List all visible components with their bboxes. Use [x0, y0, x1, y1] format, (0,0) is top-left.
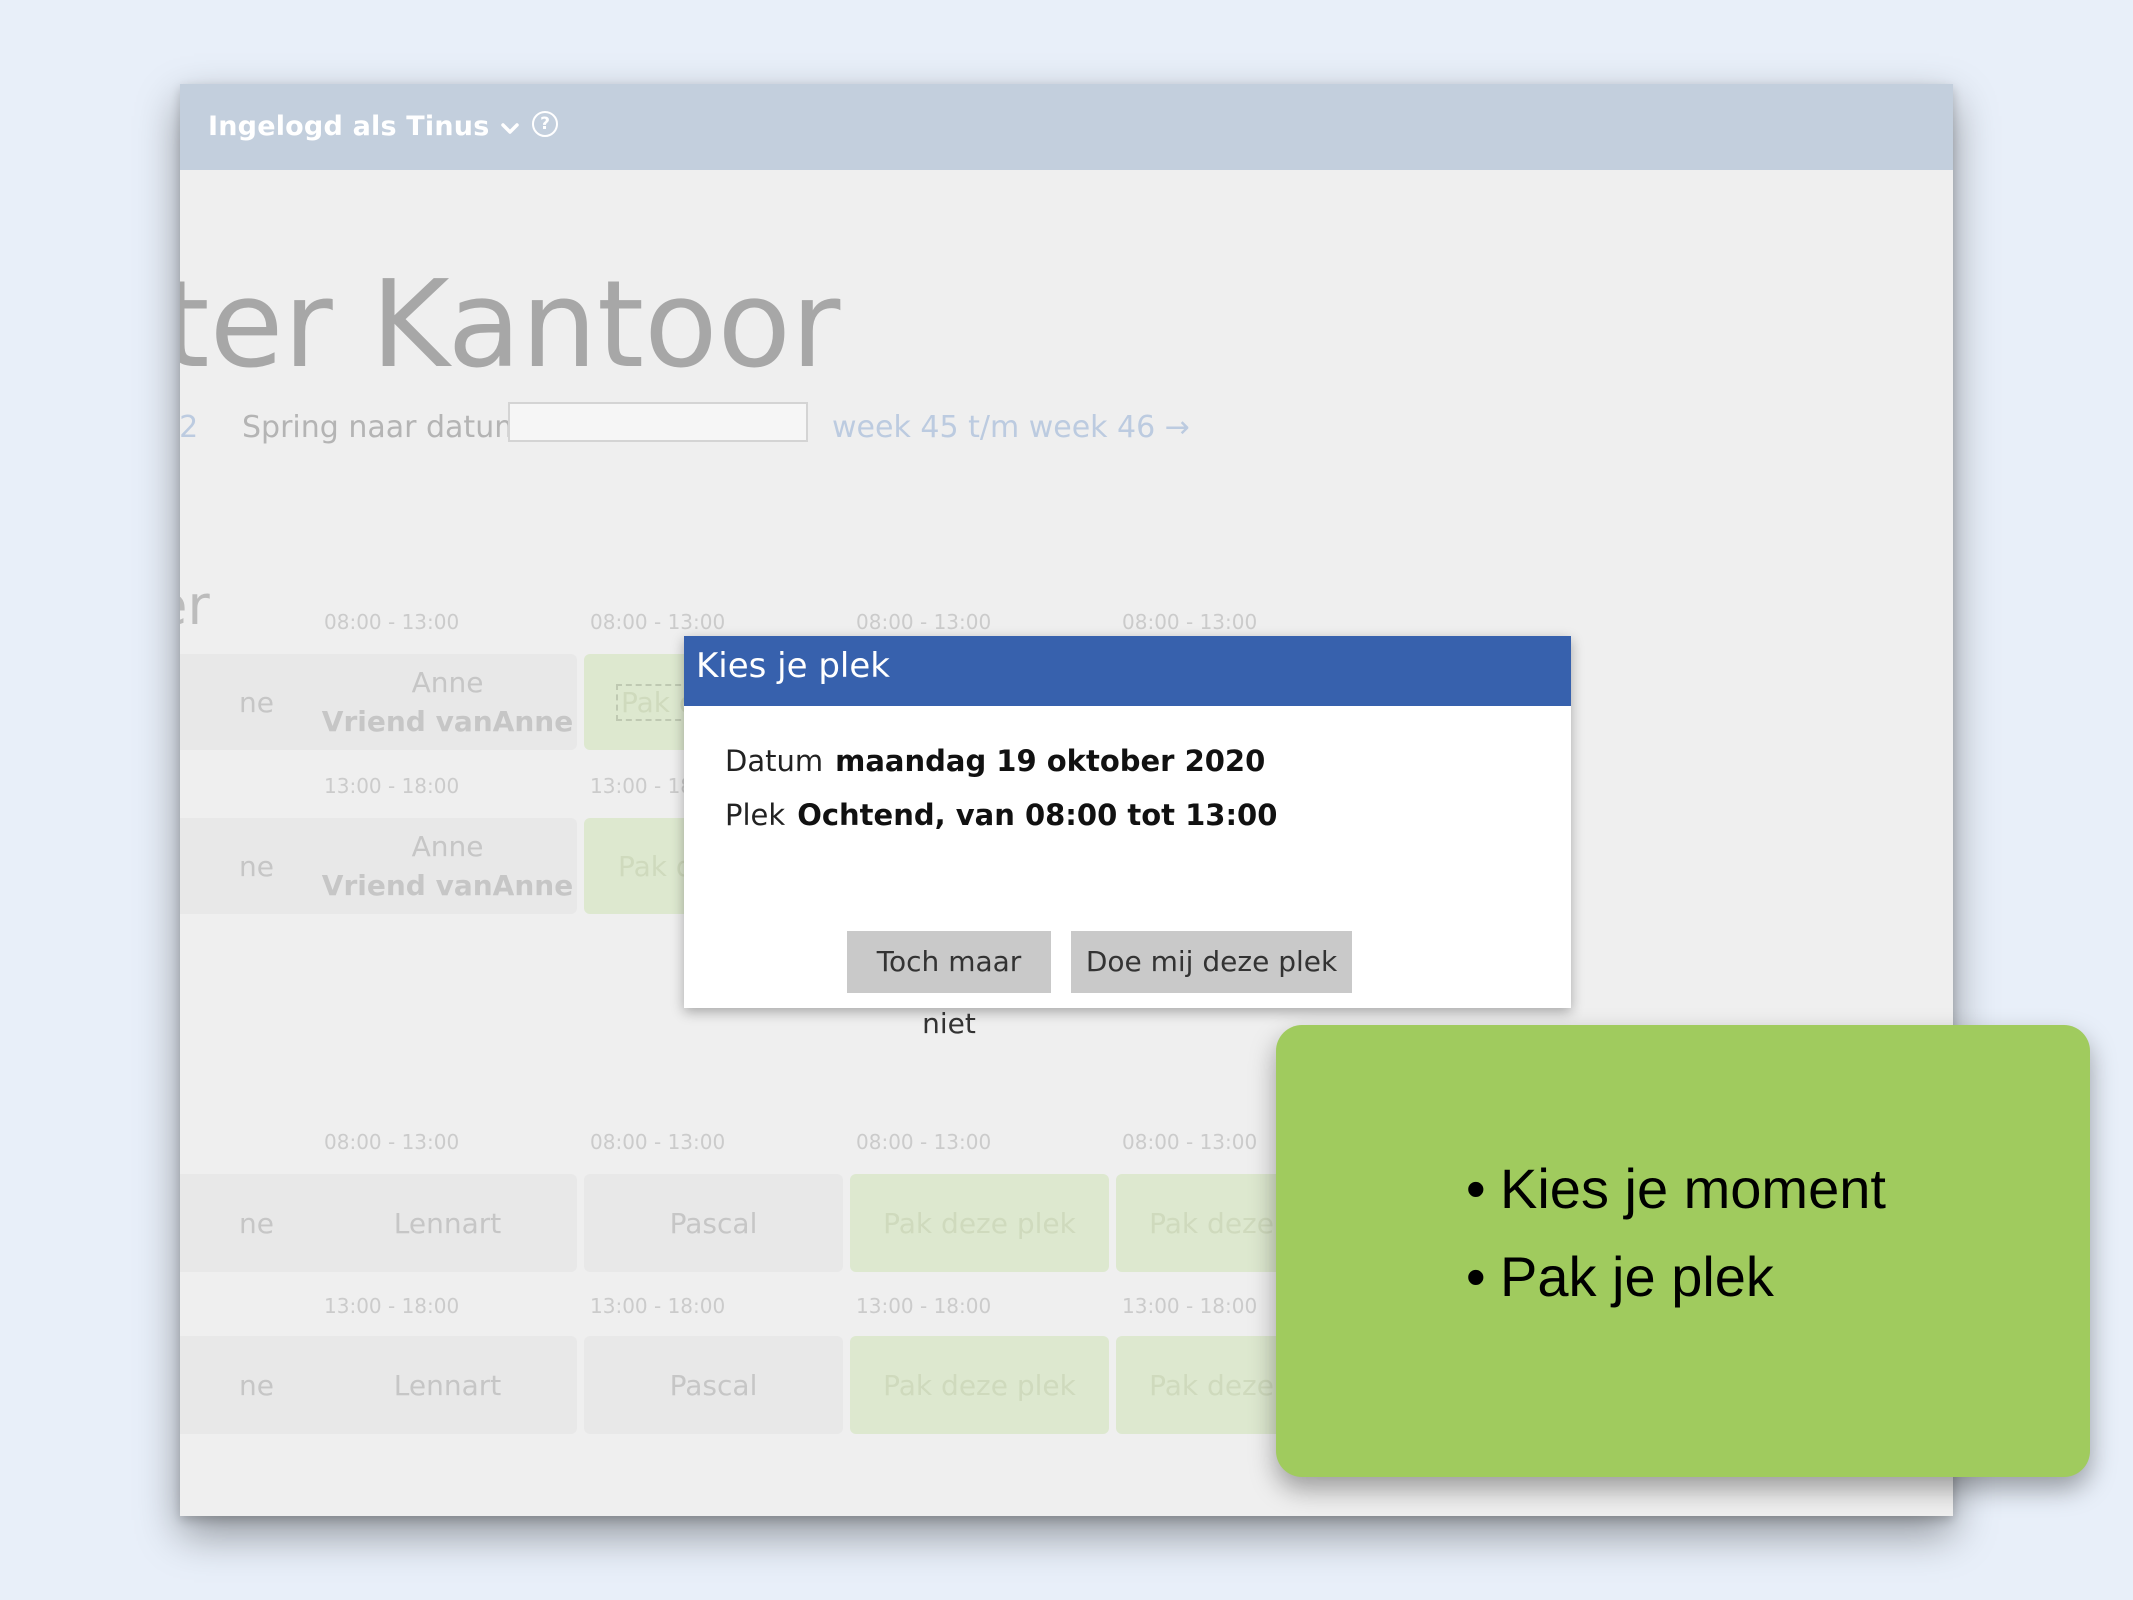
cell-name: ne	[239, 685, 274, 719]
dialog-title: Kies je plek	[684, 636, 1571, 706]
time-slot-label: 13:00 - 18:00	[324, 774, 460, 798]
schedule-cell[interactable]: Pascal	[584, 1174, 843, 1272]
callout-box: • Kies je moment • Pak je plek	[1276, 1025, 2090, 1477]
bullet-icon: •	[1466, 1157, 1486, 1220]
time-slot-label: 08:00 - 13:00	[324, 610, 460, 634]
time-slot-label: 13:00 - 18:00	[1122, 1294, 1258, 1318]
time-slot-label: 08:00 - 13:00	[856, 610, 992, 634]
jump-to-date-input[interactable]	[508, 402, 808, 442]
date-value: maandag 19 oktober 2020	[835, 744, 1266, 778]
cell-name: Pascal	[669, 1368, 758, 1402]
cell-guest: Vriend vanAnne	[321, 705, 574, 738]
week-navigation: 42 Spring naar datum: week 45 t/m week 4…	[180, 402, 1780, 454]
cell-name: Lennart	[393, 1206, 502, 1240]
choose-spot-dialog: Kies je plek Datum maandag 19 oktober 202…	[684, 636, 1571, 1040]
previous-week-link[interactable]: 42	[180, 410, 198, 445]
cell-name: Pascal	[669, 1206, 758, 1240]
user-menu-label: Ingelogd als Tinus	[208, 111, 490, 142]
cell-name: ne	[239, 1206, 274, 1240]
callout-item: • Kies je moment	[1466, 1145, 1886, 1233]
cell-name: ne	[239, 849, 274, 883]
time-slot-label: 13:00 - 18:00	[590, 1294, 726, 1318]
time-slot-label: 13:00 - 18:00	[856, 1294, 992, 1318]
date-label: Datum	[725, 744, 824, 778]
spot-label: Plek	[725, 798, 786, 832]
schedule-cell[interactable]: Anne Vriend vanAnne	[318, 818, 577, 914]
cell-name: Pak deze plek	[883, 1206, 1076, 1240]
free-spot-cell[interactable]: Pak deze plek	[850, 1336, 1109, 1434]
cell-name: ne	[239, 1368, 274, 1402]
free-spot-cell[interactable]: Pak deze plek	[850, 1174, 1109, 1272]
schedule-cell[interactable]: Anne Vriend vanAnne	[318, 654, 577, 750]
time-slot-label: 08:00 - 13:00	[856, 1130, 992, 1154]
dialog-spot-row: Plek Ochtend, van 08:00 tot 13:00	[725, 798, 1277, 832]
time-slot-label: 08:00 - 13:00	[590, 610, 726, 634]
callout-item: • Pak je plek	[1466, 1233, 1886, 1321]
help-icon[interactable]: ?	[532, 111, 558, 137]
time-slot-label: 08:00 - 13:00	[590, 1130, 726, 1154]
cell-guest: Vriend vanAnne	[321, 869, 574, 902]
time-slot-label: 13:00 - 18:00	[324, 1294, 460, 1318]
time-slot-label: 08:00 - 13:00	[1122, 1130, 1258, 1154]
cancel-button[interactable]: Toch maar niet	[847, 931, 1051, 1040]
section-title: ber	[180, 574, 210, 637]
chevron-down-icon	[501, 122, 519, 134]
user-menu[interactable]: Ingelogd als Tinus	[208, 104, 521, 150]
schedule-cell[interactable]: Pascal	[584, 1336, 843, 1434]
time-slot-label: 08:00 - 13:00	[1122, 610, 1258, 634]
page-title: ster Kantoor	[180, 256, 841, 395]
time-slot-label: 08:00 - 13:00	[324, 1130, 460, 1154]
callout-item-text: Pak je plek	[1500, 1245, 1774, 1308]
bullet-icon: •	[1466, 1245, 1486, 1308]
top-bar: Ingelogd als Tinus ?	[180, 84, 1953, 170]
jump-to-date-label: Spring naar datum:	[242, 410, 534, 445]
schedule-cell[interactable]: Lennart	[318, 1174, 577, 1272]
dialog-date-row: Datum maandag 19 oktober 2020	[725, 744, 1265, 778]
callout-item-text: Kies je moment	[1500, 1157, 1886, 1220]
callout-list: • Kies je moment • Pak je plek	[1466, 1145, 1886, 1321]
confirm-spot-button[interactable]: Doe mij deze plek	[1071, 931, 1352, 993]
cell-name: Lennart	[393, 1368, 502, 1402]
schedule-cell[interactable]: Lennart	[318, 1336, 577, 1434]
cell-name: Anne	[411, 666, 484, 699]
spot-value: Ochtend, van 08:00 tot 13:00	[797, 798, 1278, 832]
cell-name: Pak deze plek	[883, 1368, 1076, 1402]
next-weeks-link[interactable]: week 45 t/m week 46 →	[832, 410, 1190, 445]
cell-name: Anne	[411, 830, 484, 863]
